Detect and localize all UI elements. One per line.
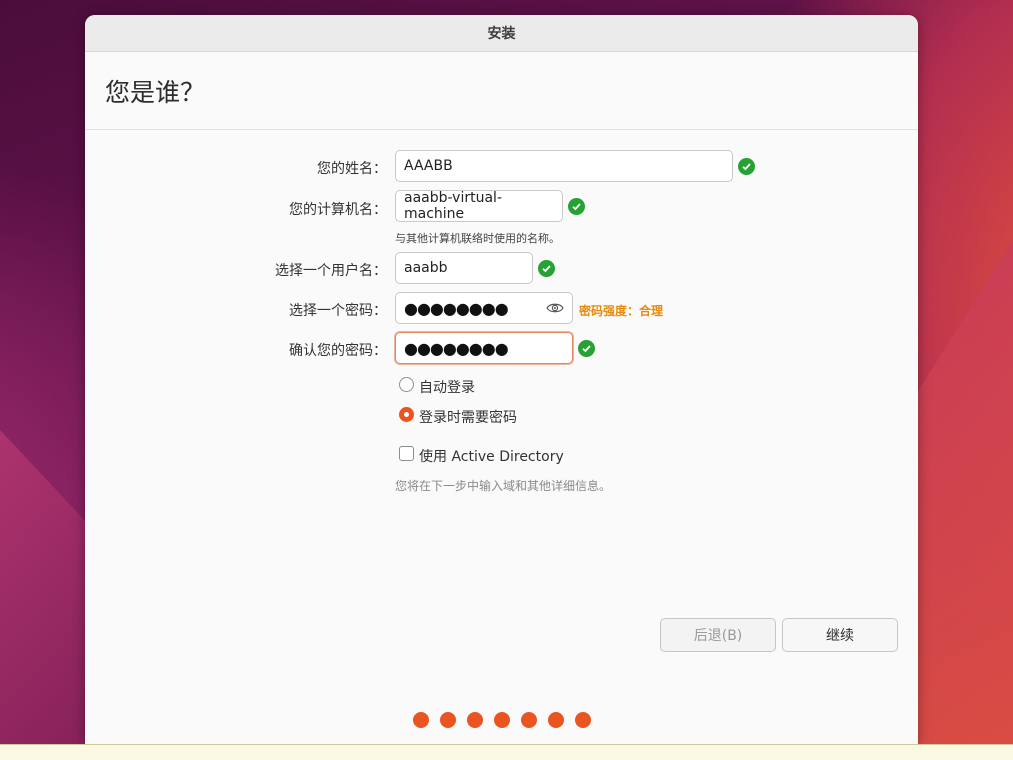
- continue-button[interactable]: 继续: [782, 618, 898, 652]
- active-directory-checkbox[interactable]: [399, 446, 414, 461]
- wallpaper-shape-right: [917, 240, 1013, 750]
- password-label: 选择一个密码：: [289, 303, 387, 319]
- name-label: 您的姓名：: [317, 161, 387, 177]
- active-directory-label[interactable]: 使用 Active Directory: [419, 446, 564, 466]
- username-field[interactable]: aaabb: [395, 252, 533, 284]
- install-progress-dots: [85, 712, 918, 728]
- progress-dot: [466, 712, 483, 728]
- back-button[interactable]: 后退(B): [660, 618, 776, 652]
- confirm-password-masked-value: ●●●●●●●●: [404, 338, 509, 358]
- progress-dot: [574, 712, 591, 728]
- progress-dot: [412, 712, 429, 728]
- auto-login-label[interactable]: 自动登录: [419, 377, 475, 397]
- require-password-radio[interactable]: [399, 407, 414, 422]
- computer-name-label: 您的计算机名：: [289, 202, 387, 218]
- password-field[interactable]: ●●●●●●●●: [395, 292, 573, 324]
- progress-dot: [547, 712, 564, 728]
- installer-window: 安装 您是谁？ 您的姓名： AAABB 您的计算机名： aaabb-virtua…: [85, 15, 918, 744]
- name-valid-check-icon: [738, 158, 755, 175]
- computer-name-valid-check-icon: [568, 198, 585, 215]
- progress-dot: [439, 712, 456, 728]
- password-masked-value: ●●●●●●●●: [404, 298, 509, 318]
- username-label: 选择一个用户名：: [275, 263, 387, 279]
- username-valid-check-icon: [538, 260, 555, 277]
- show-password-eye-icon[interactable]: [546, 302, 564, 314]
- active-directory-hint: 您将在下一步中输入域和其他详细信息。: [395, 479, 612, 493]
- window-title: 安装: [85, 15, 918, 52]
- bottom-notification-strip: [0, 744, 1013, 760]
- name-field[interactable]: AAABB: [395, 150, 733, 182]
- confirm-password-field[interactable]: ●●●●●●●●: [395, 332, 573, 364]
- progress-dot: [520, 712, 537, 728]
- progress-dot: [493, 712, 510, 728]
- confirm-password-label: 确认您的密码：: [289, 343, 387, 359]
- computer-name-field[interactable]: aaabb-virtual-machine: [395, 190, 563, 222]
- auto-login-radio[interactable]: [399, 377, 414, 392]
- require-password-label[interactable]: 登录时需要密码: [419, 407, 517, 427]
- page-title: 您是谁？: [85, 52, 918, 130]
- wallpaper-shape-left: [0, 430, 90, 750]
- password-strength-text: 密码强度：合理: [579, 304, 664, 318]
- computer-name-hint: 与其他计算机联络时使用的名称。: [395, 232, 560, 245]
- confirm-password-valid-check-icon: [578, 340, 595, 357]
